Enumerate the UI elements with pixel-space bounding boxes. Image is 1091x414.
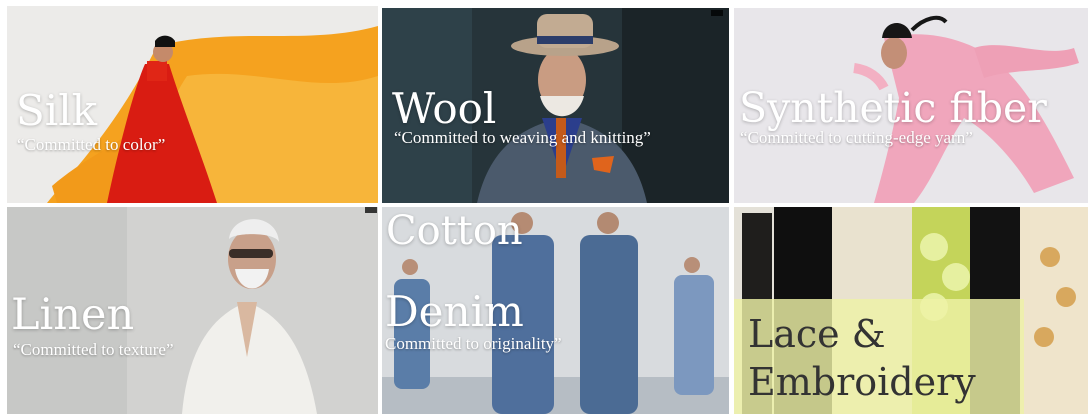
tile-silk[interactable]: Silk “Committed to color” [7,6,378,203]
cotton-title: Cotton [386,208,523,254]
tile-synthetic-fiber[interactable]: Synthetic fiber “Committed to cutting-ed… [734,8,1088,203]
tile-lace-embroidery[interactable]: Lace & Embroidery [734,207,1088,414]
lace-title-line1: Lace & [748,312,886,356]
synthetic-fiber-title: Synthetic fiber [739,84,1047,132]
fabric-category-grid: Silk “Committed to color” Wool “Committe… [0,0,1091,414]
wool-title: Wool [392,84,497,133]
tile-cotton-denim[interactable]: Cotton Denim Committed to originality” [382,207,729,414]
linen-tagline: “Committed to texture” [13,340,174,359]
linen-title: Linen [11,290,135,340]
tile-linen[interactable]: Linen “Committed to texture” [7,207,378,414]
wool-corner-mark [711,10,723,16]
denim-tagline: Committed to originality” [385,334,562,353]
wool-tagline: “Committed to weaving and knitting” [394,128,651,147]
silk-tagline: “Committed to color” [17,135,166,154]
silk-title: Silk [16,86,98,135]
tile-wool[interactable]: Wool “Committed to weaving and knitting” [382,8,729,203]
synthetic-fiber-tagline: “Committed to cutting-edge yarn” [740,128,973,147]
lace-title-line2: Embroidery [748,360,976,404]
denim-title: Denim [385,287,524,336]
